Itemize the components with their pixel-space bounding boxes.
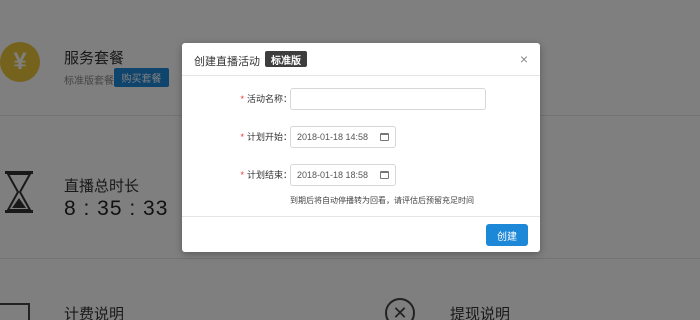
required-mark: * bbox=[240, 94, 244, 104]
required-mark: * bbox=[240, 132, 244, 142]
dialog-footer: 创建 bbox=[182, 216, 540, 252]
end-time-picker[interactable]: 2018-01-18 18:58 bbox=[290, 164, 396, 186]
calendar-icon bbox=[380, 133, 389, 141]
form-row-start: * 计划开始： 2018-01-18 14:58 bbox=[182, 126, 540, 148]
start-time-value: 2018-01-18 14:58 bbox=[297, 132, 369, 142]
form-row-name: * 活动名称： bbox=[182, 88, 540, 110]
expiry-hint: 到期后将自动停播转为回看，请评估后预留充足时间 bbox=[290, 196, 474, 205]
close-icon[interactable]: × bbox=[520, 51, 528, 67]
activity-name-input[interactable] bbox=[290, 88, 486, 110]
activity-name-label: 活动名称： bbox=[246, 94, 292, 104]
field-label: * 活动名称： bbox=[240, 92, 292, 105]
end-time-value: 2018-01-18 18:58 bbox=[297, 170, 369, 180]
create-button[interactable]: 创建 bbox=[486, 224, 528, 246]
create-live-dialog: 创建直播活动 标准版 × * 活动名称： * 计划开始： 2018-01-18 14… bbox=[182, 43, 540, 252]
dialog-title: 创建直播活动 bbox=[194, 56, 260, 68]
required-mark: * bbox=[240, 170, 244, 180]
end-time-label: 计划结束： bbox=[246, 170, 292, 180]
edition-badge: 标准版 bbox=[265, 51, 307, 67]
dialog-header: 创建直播活动 标准版 × bbox=[182, 43, 540, 76]
form-row-end: * 计划结束： 2018-01-18 18:58 bbox=[182, 164, 540, 186]
calendar-icon bbox=[380, 171, 389, 179]
start-time-picker[interactable]: 2018-01-18 14:58 bbox=[290, 126, 396, 148]
field-label: * 计划结束： bbox=[240, 168, 292, 181]
start-time-label: 计划开始： bbox=[246, 132, 292, 142]
field-label: * 计划开始： bbox=[240, 130, 292, 143]
